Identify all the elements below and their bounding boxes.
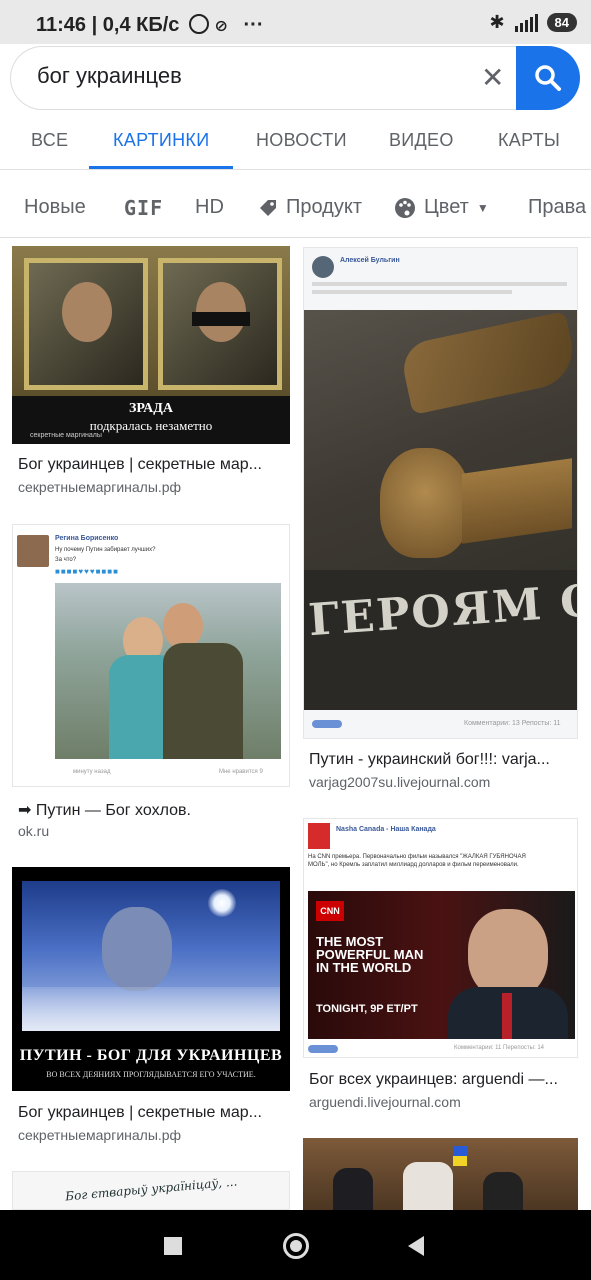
signal-icon bbox=[513, 13, 539, 32]
result-title-3[interactable]: Бог украинцев | секретные мар... bbox=[18, 1104, 286, 1122]
status-bar: 11:46 | 0,4 КБ/с ⊘ ··· ✱ 84 bbox=[0, 0, 591, 44]
plaque: ГЕРОЯМ ОПАДО ЧИНУ bbox=[304, 570, 577, 710]
tab-video[interactable]: ВИДЕО bbox=[389, 130, 454, 151]
post-footer: Комментарии: 13 Репосты: 11 bbox=[464, 720, 561, 727]
search-box[interactable]: ✕ bbox=[10, 46, 530, 110]
avatar bbox=[312, 256, 334, 278]
recent-apps-button[interactable] bbox=[164, 1237, 182, 1255]
chip-product[interactable]: Продукт bbox=[258, 196, 362, 219]
image-caption: Бог єтварыў україніцаў, ... bbox=[64, 1174, 238, 1204]
tab-maps[interactable]: КАРТЫ bbox=[498, 130, 560, 151]
result-image-7[interactable] bbox=[303, 1138, 578, 1210]
result-image-3[interactable]: ПУТИН - БОГ ДЛЯ УКРАИНЦЕВ ВО ВСЕХ ДЕЯНИЯ… bbox=[12, 867, 290, 1091]
result-domain-4: varjag2007su.livejournal.com bbox=[309, 774, 491, 790]
result-title-4[interactable]: Путин - украинский бог!!!: varja... bbox=[309, 751, 574, 769]
home-button[interactable] bbox=[283, 1233, 309, 1259]
chip-new[interactable]: Новые bbox=[24, 196, 86, 219]
system-nav-bar bbox=[0, 1210, 591, 1280]
image-caption: ВО ВСЕХ ДЕЯНИЯХ ПРОГЛЯДЫВАЕТСЯ ЕГО УЧАСТ… bbox=[46, 1070, 256, 1079]
filter-chips: Новые GIF HD Продукт Цвет ▼ Права bbox=[0, 172, 591, 238]
result-title-5[interactable]: Бог всех украинцев: arguendi —... bbox=[309, 1071, 574, 1089]
palette-icon bbox=[395, 197, 415, 218]
result-image-6[interactable]: Бог єтварыў україніцаў, ... bbox=[12, 1171, 290, 1210]
emoji-row: ■■■■♥♥♥■■■■ bbox=[55, 567, 119, 576]
result-image-1[interactable]: ЗРАДА подкралась незаметно секретные мар… bbox=[12, 246, 290, 444]
chip-gif[interactable]: GIF bbox=[124, 196, 163, 220]
chip-hd[interactable]: HD bbox=[195, 196, 224, 219]
result-domain-3: секретныемаргиналы.рф bbox=[18, 1127, 182, 1143]
post-author: Алексей Бульгин bbox=[340, 257, 400, 264]
alarm-icon bbox=[188, 14, 209, 34]
result-title-1[interactable]: Бог украинцев | секретные мар... bbox=[18, 456, 286, 474]
tab-all[interactable]: ВСЕ bbox=[31, 130, 68, 151]
tag-icon bbox=[260, 199, 276, 216]
result-domain-5: arguendi.livejournal.com bbox=[309, 1094, 461, 1110]
chip-color[interactable]: Цвет ▼ bbox=[394, 196, 489, 219]
image-caption: ЗРАДА bbox=[128, 401, 173, 416]
chevron-down-icon: ▼ bbox=[476, 200, 489, 215]
clear-icon[interactable]: ✕ bbox=[481, 63, 504, 93]
search-input[interactable] bbox=[37, 63, 467, 89]
search-icon bbox=[535, 65, 561, 91]
status-time: 11:46 | 0,4 КБ/с ⊘ ··· bbox=[36, 14, 264, 36]
bluetooth-icon: ✱ bbox=[489, 12, 505, 32]
post-author: Nasha Canada - Наша Канада bbox=[336, 826, 436, 833]
watermark: секретные маргиналы bbox=[30, 432, 102, 439]
cnn-logo: CNN bbox=[316, 901, 344, 921]
result-title-2[interactable]: ➡ Путин — Бог хохлов. bbox=[18, 800, 286, 820]
post-footer: Комментарии: 11 Перепосты: 14 bbox=[454, 1045, 544, 1051]
battery-icon: 84 bbox=[546, 13, 577, 32]
post-text: На CNN премьера. Первоначально фильм наз… bbox=[308, 854, 526, 868]
sun-icon bbox=[208, 889, 236, 917]
tab-news[interactable]: НОВОСТИ bbox=[256, 130, 347, 151]
result-domain-1: секретныемаргиналы.рф bbox=[18, 479, 182, 495]
result-image-5[interactable]: Nasha Canada - Наша Канада На CNN премье… bbox=[303, 818, 578, 1058]
tab-images[interactable]: КАРТИНКИ bbox=[113, 130, 209, 151]
result-image-4[interactable]: Алексей Бульгин ГЕРОЯМ ОПАДО ЧИНУ Коммен… bbox=[303, 247, 578, 739]
avatar bbox=[308, 823, 330, 849]
chip-rights[interactable]: Права bbox=[528, 196, 586, 219]
result-image-2[interactable]: Регина Борисенко Ну почему Путин забирае… bbox=[12, 524, 290, 787]
image-caption: ПУТИН - БОГ ДЛЯ УКРАИНЦЕВ bbox=[19, 1047, 283, 1064]
result-domain-2: ok.ru bbox=[18, 823, 50, 839]
search-bar: ✕ bbox=[10, 46, 580, 110]
search-tabs: ВСЕ КАРТИНКИ НОВОСТИ ВИДЕО КАРТЫ bbox=[0, 110, 591, 170]
back-button[interactable] bbox=[408, 1236, 424, 1256]
post-author: Регина Борисенко bbox=[55, 535, 119, 542]
no-wifi-icon: ⊘ bbox=[214, 18, 228, 35]
avatar bbox=[17, 535, 49, 567]
active-tab-indicator bbox=[89, 166, 233, 169]
status-icons: ✱ 84 bbox=[489, 12, 577, 33]
cnn-poster: CNN THE MOST POWERFUL MAN IN THE WORLD T… bbox=[308, 891, 575, 1039]
search-button[interactable] bbox=[516, 46, 580, 110]
